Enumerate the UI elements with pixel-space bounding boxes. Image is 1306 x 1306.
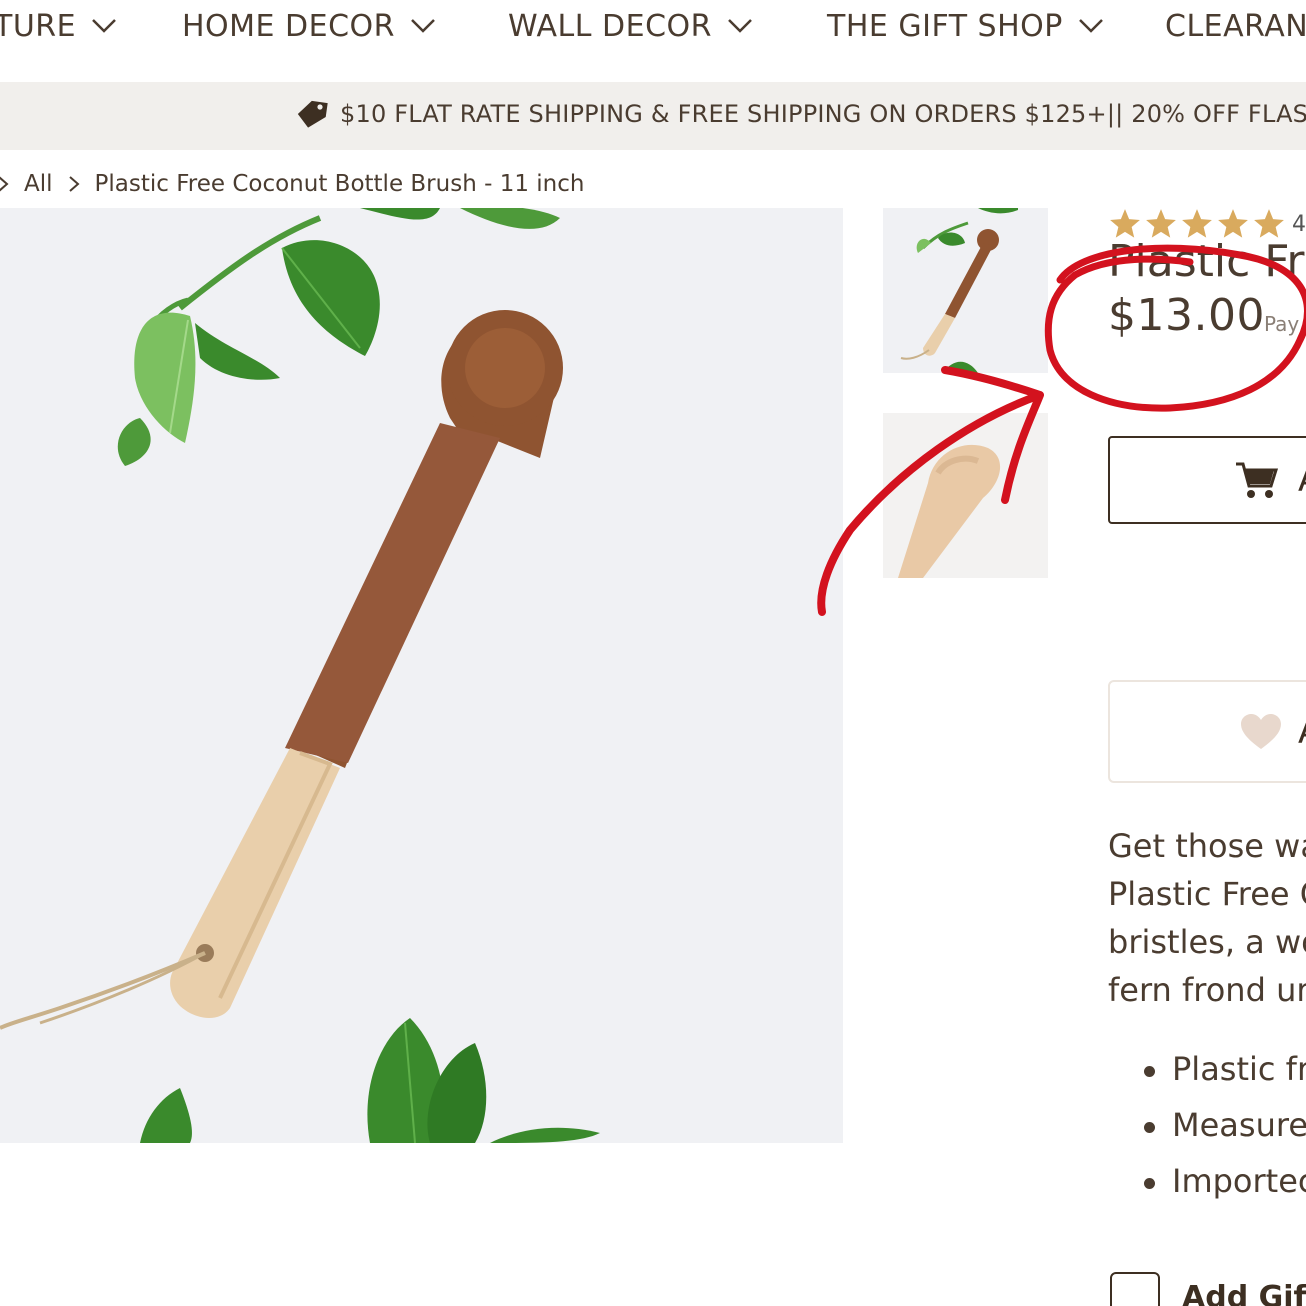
feature-list: Plastic fr Measure Importec [1140,1046,1306,1214]
add-to-cart-button[interactable]: A [1108,436,1306,524]
product-price: $13.00 [1108,290,1265,341]
promo-banner: $10 FLAT RATE SHIPPING & FREE SHIPPING O… [0,82,1306,150]
product-photo [0,208,600,1143]
chevron-right-icon [68,176,80,192]
breadcrumb: All Plastic Free Coconut Bottle Brush - … [0,168,584,200]
chevron-down-icon [411,19,435,33]
product-main-image[interactable] [0,208,843,1143]
promo-text: $10 FLAT RATE SHIPPING & FREE SHIPPING O… [340,100,1306,128]
product-thumbnail-1[interactable] [883,208,1048,373]
nav-item-label: HOME DECOR [182,8,396,44]
description-line: fern frond ur [1108,971,1306,1009]
nav-item-label: TURE [0,8,77,44]
rating-count: 4 [1292,211,1306,237]
heart-icon [1241,713,1281,749]
gift-checkbox[interactable] [1110,1272,1160,1306]
feature-item: Measure [1140,1102,1306,1158]
gift-label: Add Gift [1182,1279,1306,1306]
breadcrumb-current: Plastic Free Coconut Bottle Brush - 11 i… [94,171,585,197]
nav-item-label: WALL DECOR [508,8,712,44]
product-title: Plastic Fr [1108,236,1305,287]
thumbnail-photo [900,208,1018,373]
breadcrumb-link-all[interactable]: All [24,171,53,197]
chevron-down-icon [728,19,752,33]
top-navigation: TURE HOME DECOR WALL DECOR THE GIFT SHOP… [0,0,1306,82]
feature-item: Plastic fr [1140,1046,1306,1102]
add-to-wishlist-button[interactable]: A [1108,680,1306,783]
price-tag-icon [297,100,328,128]
nav-item-wall-decor[interactable]: WALL DECOR [508,6,754,46]
thumbnail-photo [898,444,1001,578]
nav-item-label: THE GIFT SHOP [827,8,1063,44]
chevron-down-icon [92,19,116,33]
nav-item-label: CLEARAN [1165,8,1306,44]
chevron-right-icon [0,176,9,192]
nav-item-furniture[interactable]: TURE [0,6,118,46]
add-to-cart-label: A [1298,460,1306,500]
description-line: Plastic Free C [1108,875,1306,913]
add-gift-option[interactable]: Add Gift [1110,1272,1306,1306]
nav-item-gift-shop[interactable]: THE GIFT SHOP [827,6,1105,46]
description-line: bristles, a wo [1108,923,1306,961]
description-line: Get those wa [1108,827,1306,865]
product-description: Get those wa Plastic Free C bristles, a … [1108,822,1306,1014]
pay-later-label: Pay [1264,312,1300,336]
wishlist-label: A [1298,712,1306,752]
cart-icon [1236,462,1278,498]
product-thumbnail-2[interactable] [883,413,1048,578]
chevron-down-icon [1078,19,1103,33]
nav-item-clearance[interactable]: CLEARAN [1165,6,1306,46]
nav-item-home-decor[interactable]: HOME DECOR [182,6,437,46]
feature-item: Importec [1140,1158,1306,1214]
